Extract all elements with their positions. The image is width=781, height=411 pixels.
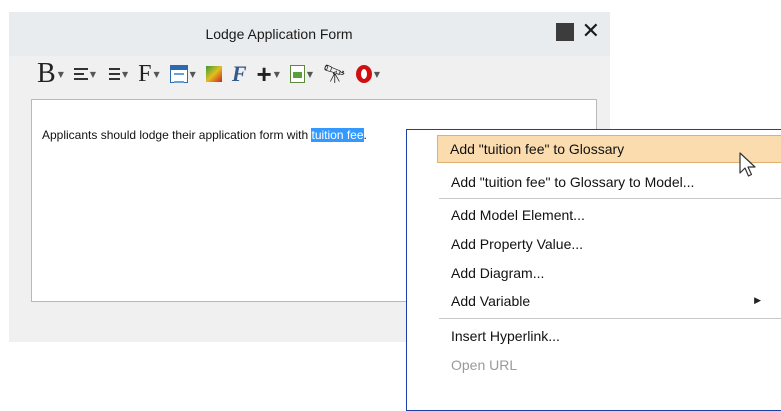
menu-item-add-to-glossary[interactable]: Add "tuition fee" to Glossary xyxy=(437,135,781,163)
title-bar-buttons: ✕ xyxy=(555,21,600,43)
binoculars-icon: 🔭︎ xyxy=(323,63,346,85)
find-button[interactable]: 🔭︎ xyxy=(323,59,346,89)
title-bar: Lodge Application Form ✕ xyxy=(9,12,610,56)
menu-gutter xyxy=(407,130,437,410)
plus-icon: + xyxy=(256,59,272,89)
table-button[interactable]: ▼ xyxy=(169,59,196,89)
maximize-icon[interactable] xyxy=(555,23,574,41)
menu-item-add-model-element[interactable]: Add Model Element... xyxy=(439,202,781,228)
bold-button[interactable]: B ▼ xyxy=(37,58,64,89)
table-icon xyxy=(169,65,188,83)
menu-item-label: Insert Hyperlink... xyxy=(451,328,560,344)
menu-item-open-url: Open URL xyxy=(439,352,781,378)
menu-item-insert-hyperlink[interactable]: Insert Hyperlink... xyxy=(439,323,781,349)
formula-icon: F xyxy=(231,61,247,86)
editor-text-after: . xyxy=(363,128,367,142)
spellcheck-button[interactable]: ▼ xyxy=(355,59,381,89)
color-button[interactable] xyxy=(205,59,222,89)
editor-text-before: Applicants should lodge their applicatio… xyxy=(42,128,312,142)
mouse-cursor-icon xyxy=(739,152,756,177)
menu-item-add-to-glossary-to-model[interactable]: Add "tuition fee" to Glossary to Model..… xyxy=(439,169,781,195)
chevron-down-icon: ▼ xyxy=(189,69,196,79)
chevron-down-icon: ▼ xyxy=(122,69,129,79)
chevron-down-icon: ▼ xyxy=(273,69,280,79)
list-button[interactable]: ▼ xyxy=(106,59,128,89)
font-icon: F xyxy=(138,60,152,87)
menu-item-add-variable[interactable]: Add Variable ▶ xyxy=(439,288,781,314)
menu-separator xyxy=(439,198,781,199)
font-button[interactable]: F ▼ xyxy=(138,59,160,89)
document-icon xyxy=(289,65,305,83)
menu-item-label: Add "tuition fee" to Glossary xyxy=(450,141,625,157)
window-title: Lodge Application Form xyxy=(205,26,353,42)
bold-icon: B xyxy=(37,58,56,89)
chevron-down-icon: ▼ xyxy=(153,69,160,79)
color-icon xyxy=(205,66,222,82)
menu-item-label: Add "tuition fee" to Glossary to Model..… xyxy=(451,174,695,190)
menu-item-label: Add Property Value... xyxy=(451,236,584,252)
chevron-down-icon: ▼ xyxy=(89,69,96,79)
close-icon[interactable]: ✕ xyxy=(582,21,600,43)
insert-button[interactable]: + ▼ xyxy=(257,59,280,89)
formatting-toolbar: B ▼ ▼ ▼ F ▼ ▼ F + ▼ ▼ 🔭︎ ▼ xyxy=(37,58,390,90)
chevron-down-icon: ▼ xyxy=(373,69,381,79)
document-button[interactable]: ▼ xyxy=(289,59,314,89)
menu-item-label: Open URL xyxy=(451,357,518,373)
editor-content: Applicants should lodge their applicatio… xyxy=(42,128,367,142)
menu-item-add-property-value[interactable]: Add Property Value... xyxy=(439,231,781,257)
spellcheck-icon xyxy=(355,65,372,83)
selected-text[interactable]: tuition fee xyxy=(311,128,364,142)
align-button[interactable]: ▼ xyxy=(73,59,96,89)
menu-item-label: Add Model Element... xyxy=(451,207,585,223)
formula-button[interactable]: F xyxy=(232,59,247,89)
menu-item-label: Add Diagram... xyxy=(451,265,545,281)
submenu-arrow-icon: ▶ xyxy=(754,296,761,306)
context-menu: Add "tuition fee" to Glossary Add "tuiti… xyxy=(406,129,781,411)
chevron-down-icon: ▼ xyxy=(57,69,64,79)
menu-separator xyxy=(439,318,781,319)
chevron-down-icon: ▼ xyxy=(306,69,314,79)
list-icon xyxy=(106,68,120,80)
menu-item-add-diagram[interactable]: Add Diagram... xyxy=(439,260,781,286)
menu-item-label: Add Variable xyxy=(451,293,531,309)
align-icon xyxy=(73,68,88,80)
